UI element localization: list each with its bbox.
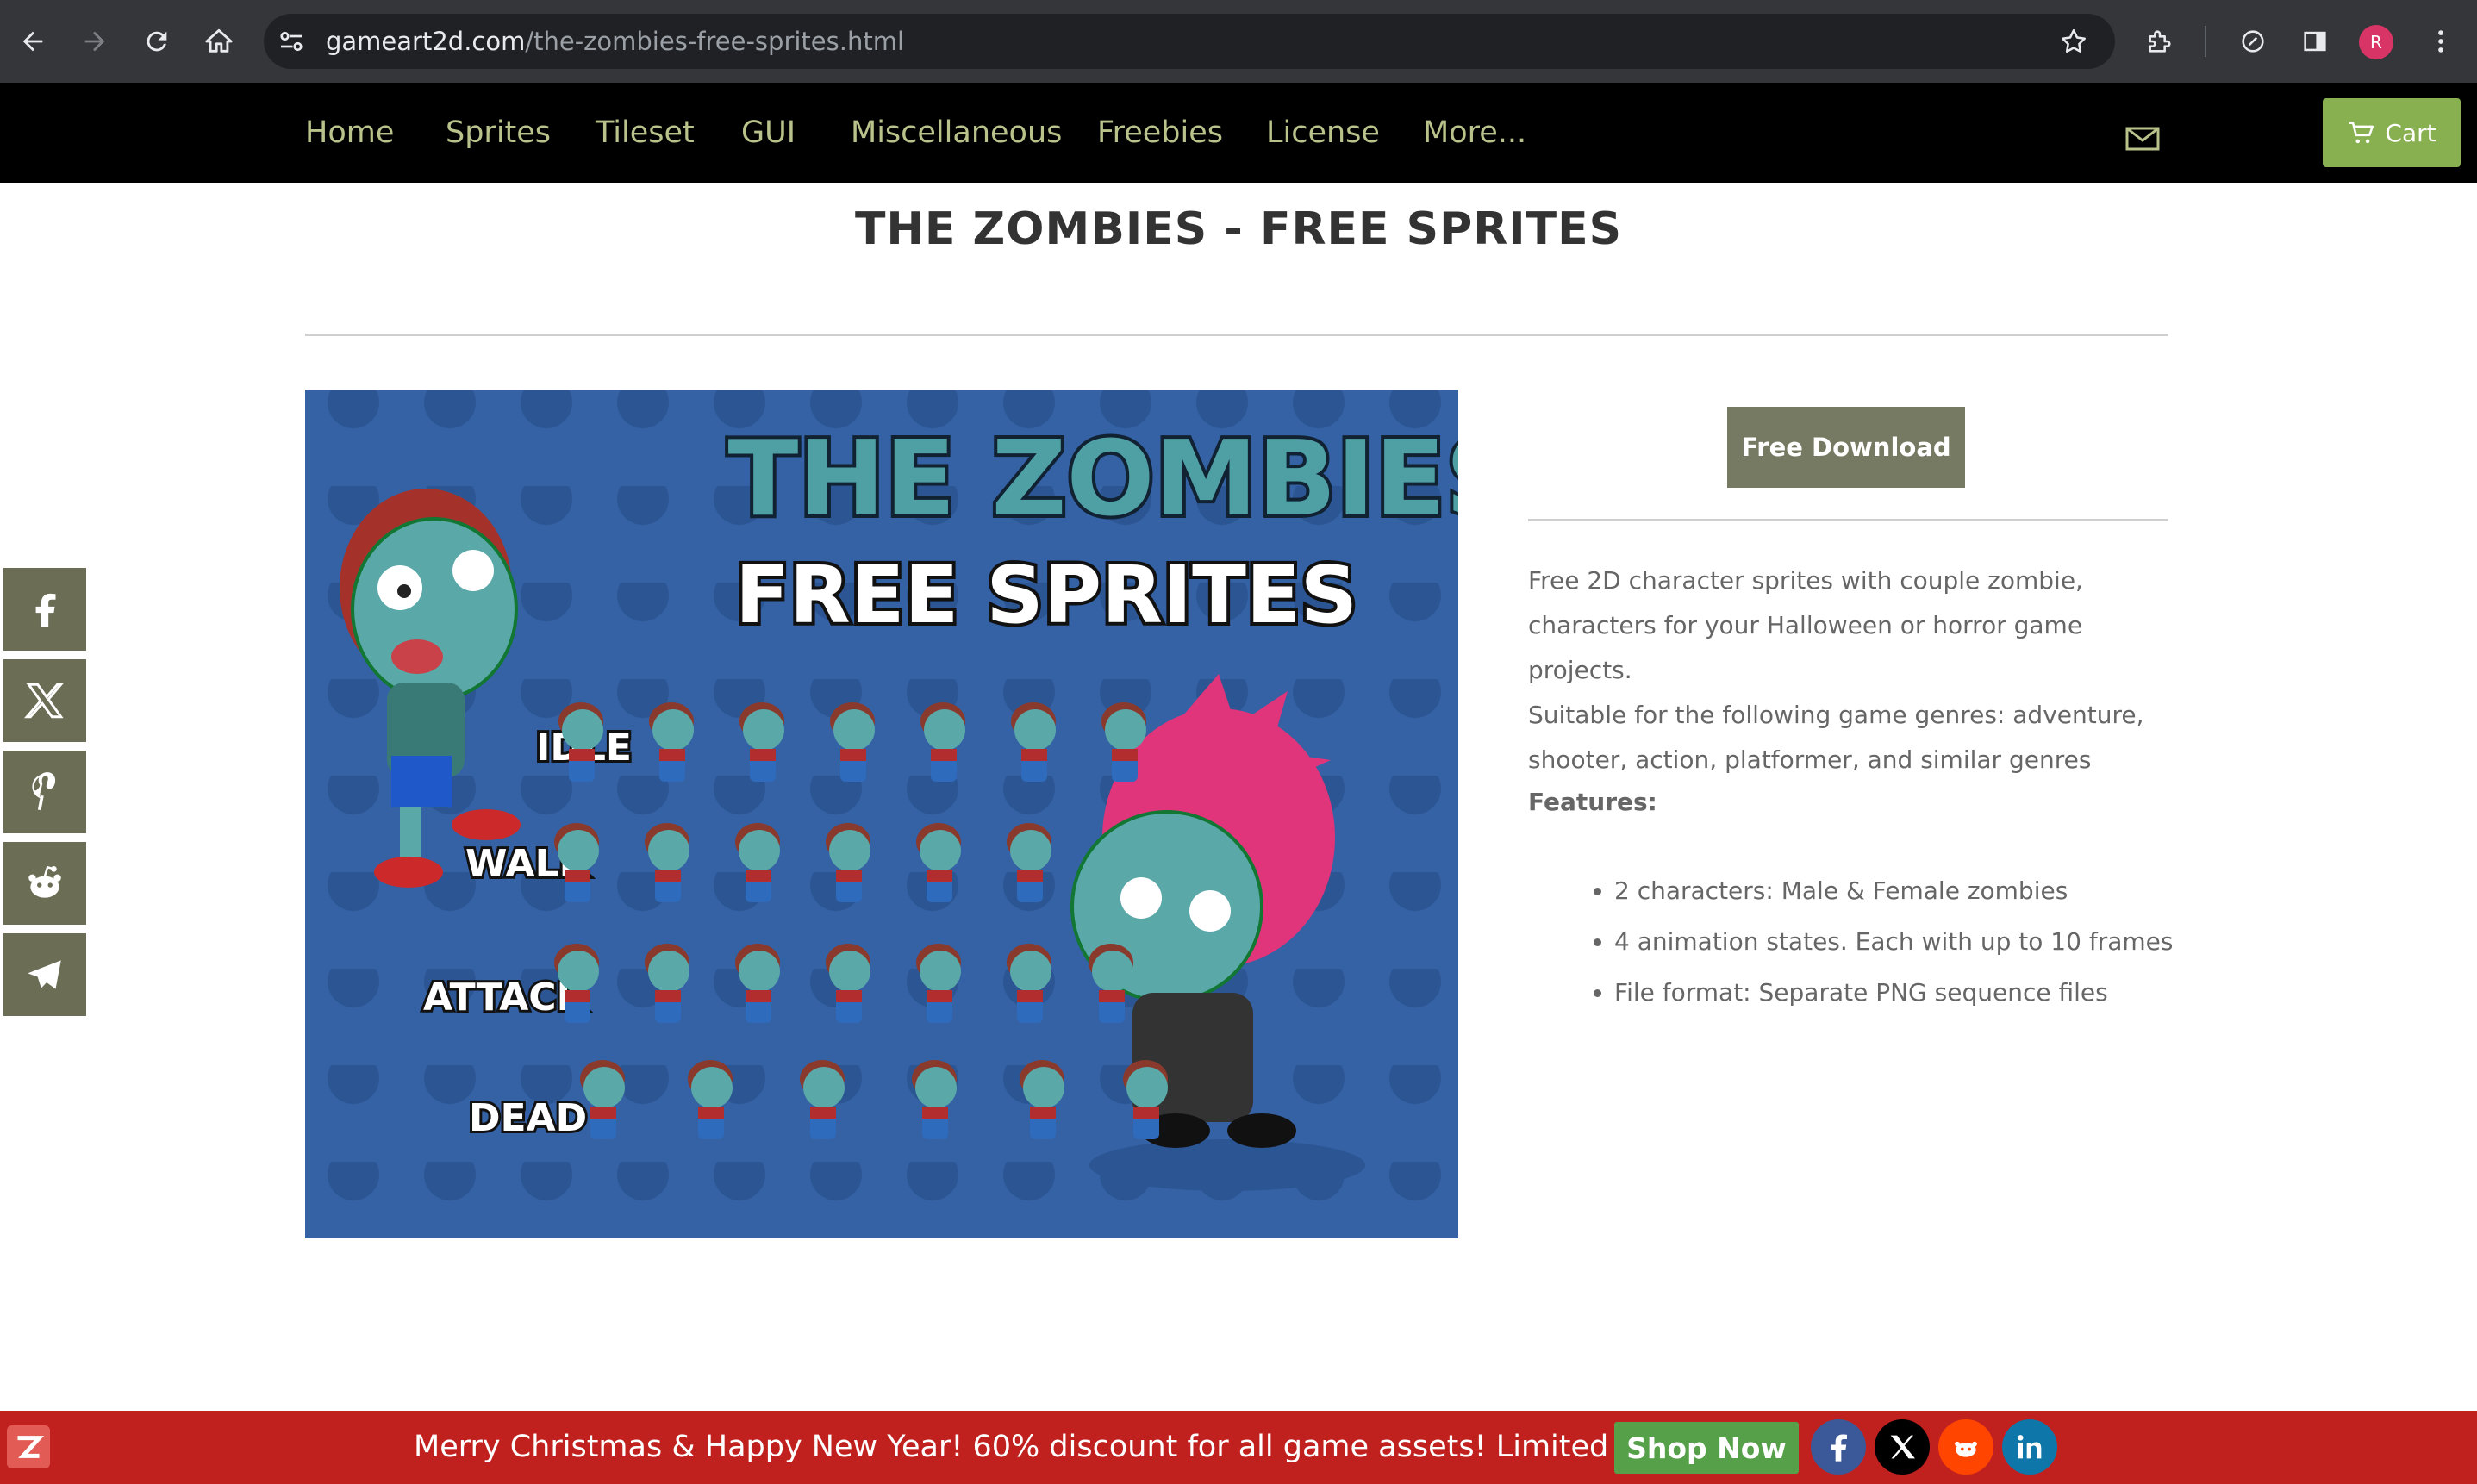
facebook-icon — [35, 593, 56, 627]
browser-menu-button[interactable] — [2418, 19, 2463, 64]
features-list: 2 characters: Male & Female zombies 4 an… — [1528, 865, 2183, 1018]
hero-subline: FREE SPRITES — [735, 549, 1357, 641]
bookmark-star-button[interactable] — [2051, 19, 2096, 64]
cart-icon — [2349, 122, 2374, 144]
url-host: gameart2d.com — [326, 27, 526, 56]
row-label-dead: DEAD — [469, 1096, 587, 1140]
download-divider — [1528, 519, 2168, 521]
forward-button[interactable] — [72, 19, 117, 64]
site-info-icon[interactable] — [276, 26, 307, 57]
hero-headline: THE ZOMBIES — [728, 420, 1458, 539]
x-icon — [1890, 1435, 1915, 1459]
banner-logo-icon[interactable] — [7, 1425, 50, 1468]
nav-license[interactable]: License — [1266, 83, 1380, 183]
puzzle-icon — [2149, 30, 2171, 53]
page-title: THE ZOMBIES - FREE SPRITES — [854, 203, 1623, 255]
x-icon — [23, 683, 64, 719]
extensions-button[interactable] — [2137, 19, 2182, 64]
cart-button[interactable]: Cart — [2323, 98, 2461, 167]
nav-home[interactable]: Home — [305, 83, 394, 183]
feature-item: 2 characters: Male & Female zombies — [1614, 865, 2183, 916]
toolbar-divider — [2205, 26, 2206, 57]
shop-now-button[interactable]: Shop Now — [1614, 1422, 1799, 1474]
side-panel-icon — [2304, 31, 2326, 52]
feature-item: File format: Separate PNG sequence files — [1614, 967, 2183, 1018]
reload-icon — [147, 31, 167, 52]
share-telegram-button[interactable] — [3, 933, 86, 1016]
reload-button[interactable] — [134, 19, 179, 64]
star-icon — [2061, 28, 2087, 53]
home-icon — [205, 28, 233, 53]
reddit-icon — [1955, 1441, 1977, 1457]
telegram-icon — [28, 960, 61, 989]
profile-avatar[interactable]: R — [2359, 25, 2393, 59]
facebook-icon — [1831, 1434, 1847, 1462]
banner-x-button[interactable] — [1875, 1419, 1930, 1475]
share-reddit-button[interactable] — [3, 842, 86, 925]
nav-more[interactable]: More... — [1423, 83, 1526, 183]
kebab-menu-icon — [2438, 30, 2443, 53]
performance-button[interactable] — [2231, 19, 2275, 64]
speedometer-icon — [2242, 30, 2264, 53]
nav-gui[interactable]: GUI — [741, 83, 796, 183]
banner-linkedin-button[interactable] — [2002, 1419, 2057, 1475]
forward-arrow-icon — [84, 31, 105, 52]
linkedin-icon — [2018, 1435, 2042, 1459]
url-path: /the-zombies-free-sprites.html — [525, 27, 905, 56]
cart-label: Cart — [2385, 118, 2436, 147]
promo-text: Merry Christmas & Happy New Year! 60% di… — [414, 1430, 1779, 1464]
nav-tileset[interactable]: Tileset — [596, 83, 695, 183]
free-download-button[interactable]: Free Download — [1727, 407, 1965, 488]
reddit-icon — [28, 865, 61, 898]
share-facebook-button[interactable] — [3, 568, 86, 651]
title-divider — [305, 334, 2168, 336]
share-pinterest-button[interactable] — [3, 751, 86, 833]
share-x-button[interactable] — [3, 659, 86, 742]
banner-reddit-button[interactable] — [1938, 1419, 1993, 1475]
features-heading: Features: — [1528, 788, 1657, 816]
nav-sprites[interactable]: Sprites — [446, 83, 551, 183]
pinterest-icon — [32, 772, 56, 811]
back-button[interactable] — [10, 19, 55, 64]
description-line-1: Free 2D character sprites with couple zo… — [1528, 566, 2083, 684]
nav-freebies[interactable]: Freebies — [1097, 83, 1223, 183]
side-panel-button[interactable] — [2293, 19, 2337, 64]
description-line-2: Suitable for the following game genres: … — [1528, 701, 2144, 774]
back-arrow-icon — [22, 31, 43, 52]
feature-item: 4 animation states. Each with up to 10 f… — [1614, 916, 2183, 967]
sprite-sheet-illustration: THE ZOMBIES FREE SPRITES IDLE WALK ATTAC… — [305, 390, 1458, 1238]
home-button[interactable] — [197, 19, 241, 64]
url-text[interactable]: gameart2d.com/the-zombies-free-sprites.h… — [326, 14, 904, 69]
mail-icon[interactable] — [2125, 126, 2160, 152]
product-description: Free 2D character sprites with couple zo… — [1528, 558, 2183, 783]
nav-miscellaneous[interactable]: Miscellaneous — [851, 83, 1062, 183]
hero-image[interactable]: THE ZOMBIES FREE SPRITES IDLE WALK ATTAC… — [305, 390, 1458, 1238]
banner-facebook-button[interactable] — [1811, 1419, 1866, 1475]
